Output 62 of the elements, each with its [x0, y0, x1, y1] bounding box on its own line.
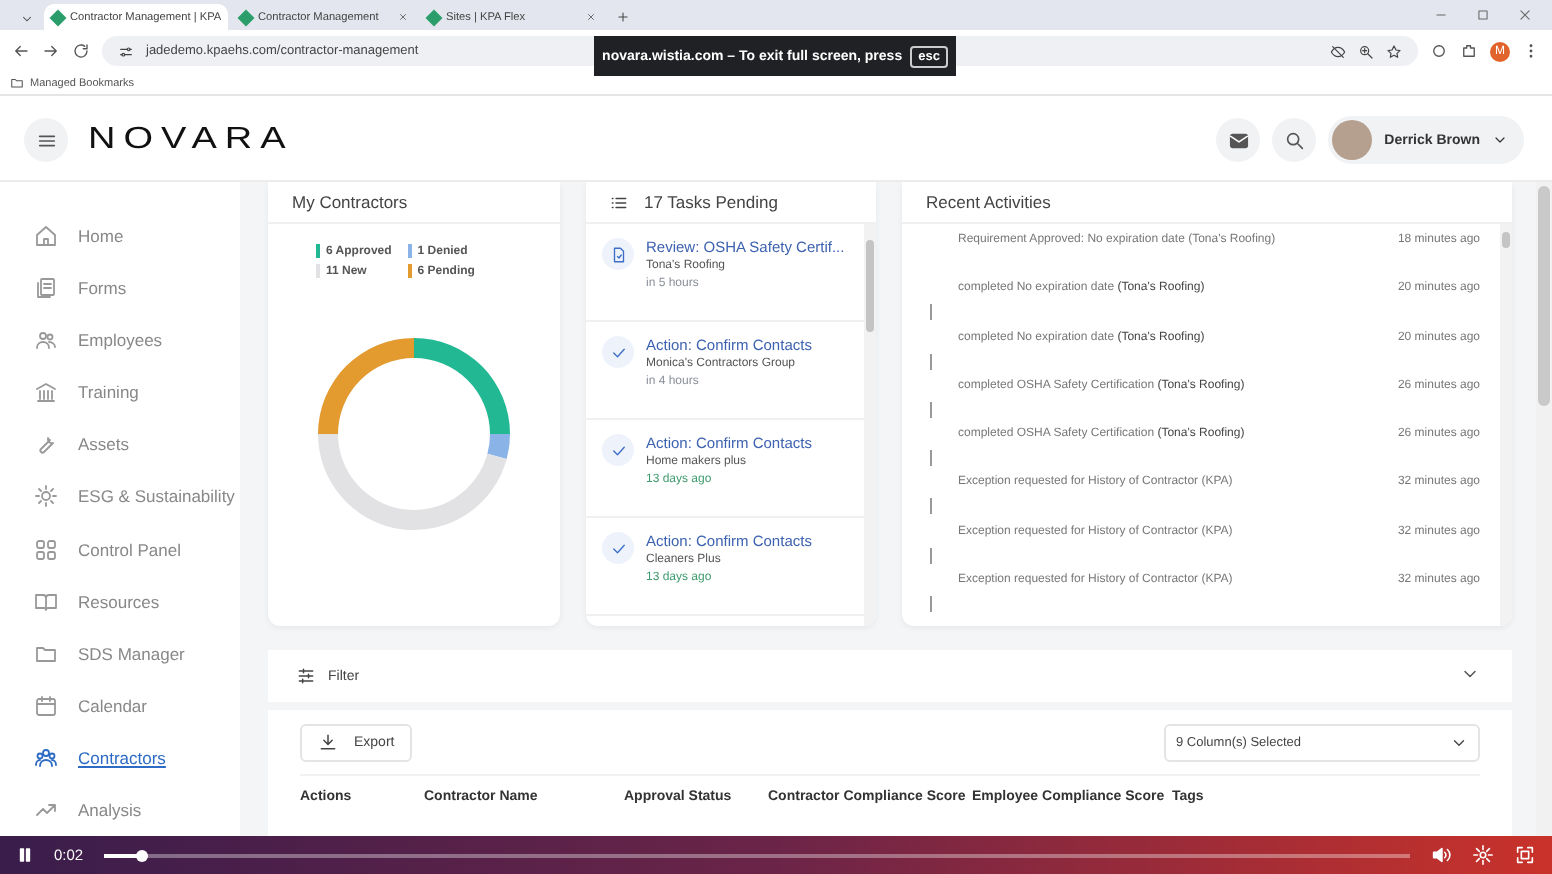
check-icon: [609, 539, 627, 557]
scrollbar[interactable]: [864, 224, 876, 626]
grid-icon: [34, 537, 58, 561]
reload-icon: [72, 42, 90, 60]
plus-icon: [616, 10, 630, 24]
chevron-down-icon: [1492, 132, 1508, 148]
search-button[interactable]: [1272, 118, 1317, 162]
check-icon: [609, 441, 627, 459]
book-icon: [34, 589, 58, 614]
document-icon: [609, 245, 627, 263]
list-icon: [610, 193, 628, 211]
volume-icon: [1430, 844, 1452, 866]
back-icon: [12, 42, 30, 60]
mail-button[interactable]: [1216, 118, 1261, 162]
card-title: 17 Tasks Pending: [644, 192, 778, 212]
sidebar-item[interactable]: Training: [34, 366, 240, 419]
folder-icon: [10, 76, 24, 90]
sidebar-item[interactable]: Home: [34, 210, 240, 263]
house-icon: [34, 224, 58, 249]
sidebar-item[interactable]: Analysis: [34, 783, 240, 836]
sidebar-item[interactable]: Contractors: [34, 731, 240, 784]
menu-button[interactable]: [24, 118, 68, 162]
calendar-icon: [34, 693, 58, 718]
sun-icon: [34, 484, 58, 509]
eye-off-icon: [1330, 43, 1346, 59]
sidebar-item[interactable]: Calendar: [34, 679, 240, 732]
folder-icon: [34, 641, 58, 666]
logo: NOVARA: [88, 122, 294, 158]
close-icon: [398, 12, 408, 22]
people-icon: [34, 745, 58, 770]
building-icon: [34, 380, 58, 405]
settings-icon: [1472, 844, 1494, 866]
sidebar-item[interactable]: ESG & Sustainability: [34, 470, 240, 523]
chevron-down-icon: [19, 11, 33, 25]
close-icon: [586, 12, 596, 22]
sliders-icon: [296, 666, 316, 686]
star-icon: [1386, 43, 1402, 59]
check-icon: [609, 343, 627, 361]
zoom-icon: [1358, 43, 1374, 59]
search-icon: [1283, 129, 1306, 151]
card-title: Recent Activities: [926, 192, 1051, 212]
sidebar-item[interactable]: Assets: [34, 418, 240, 471]
people-icon: [34, 328, 58, 353]
sidebar-item[interactable]: SDS Manager: [34, 627, 240, 680]
pause-icon: [16, 846, 34, 864]
documents-icon: [34, 276, 58, 301]
close-icon: [1518, 8, 1532, 22]
wrench-icon: [34, 432, 58, 457]
sidebar-item[interactable]: Control Panel: [34, 522, 240, 576]
sidebar-item[interactable]: Employees: [34, 314, 240, 367]
sidebar-item[interactable]: Forms: [34, 262, 240, 315]
forward-icon: [42, 42, 60, 60]
download-icon: [318, 732, 338, 752]
card-title: My Contractors: [292, 192, 408, 212]
page-scrollbar[interactable]: [1536, 182, 1552, 836]
fullscreen-icon: [1514, 844, 1536, 866]
scrollbar[interactable]: [1500, 224, 1512, 626]
mail-icon: [1227, 129, 1250, 151]
restore-icon: [1476, 8, 1490, 22]
sidebar-item[interactable]: Resources: [34, 575, 240, 628]
minimize-icon: [1434, 8, 1448, 22]
site-settings-icon: [118, 43, 134, 59]
